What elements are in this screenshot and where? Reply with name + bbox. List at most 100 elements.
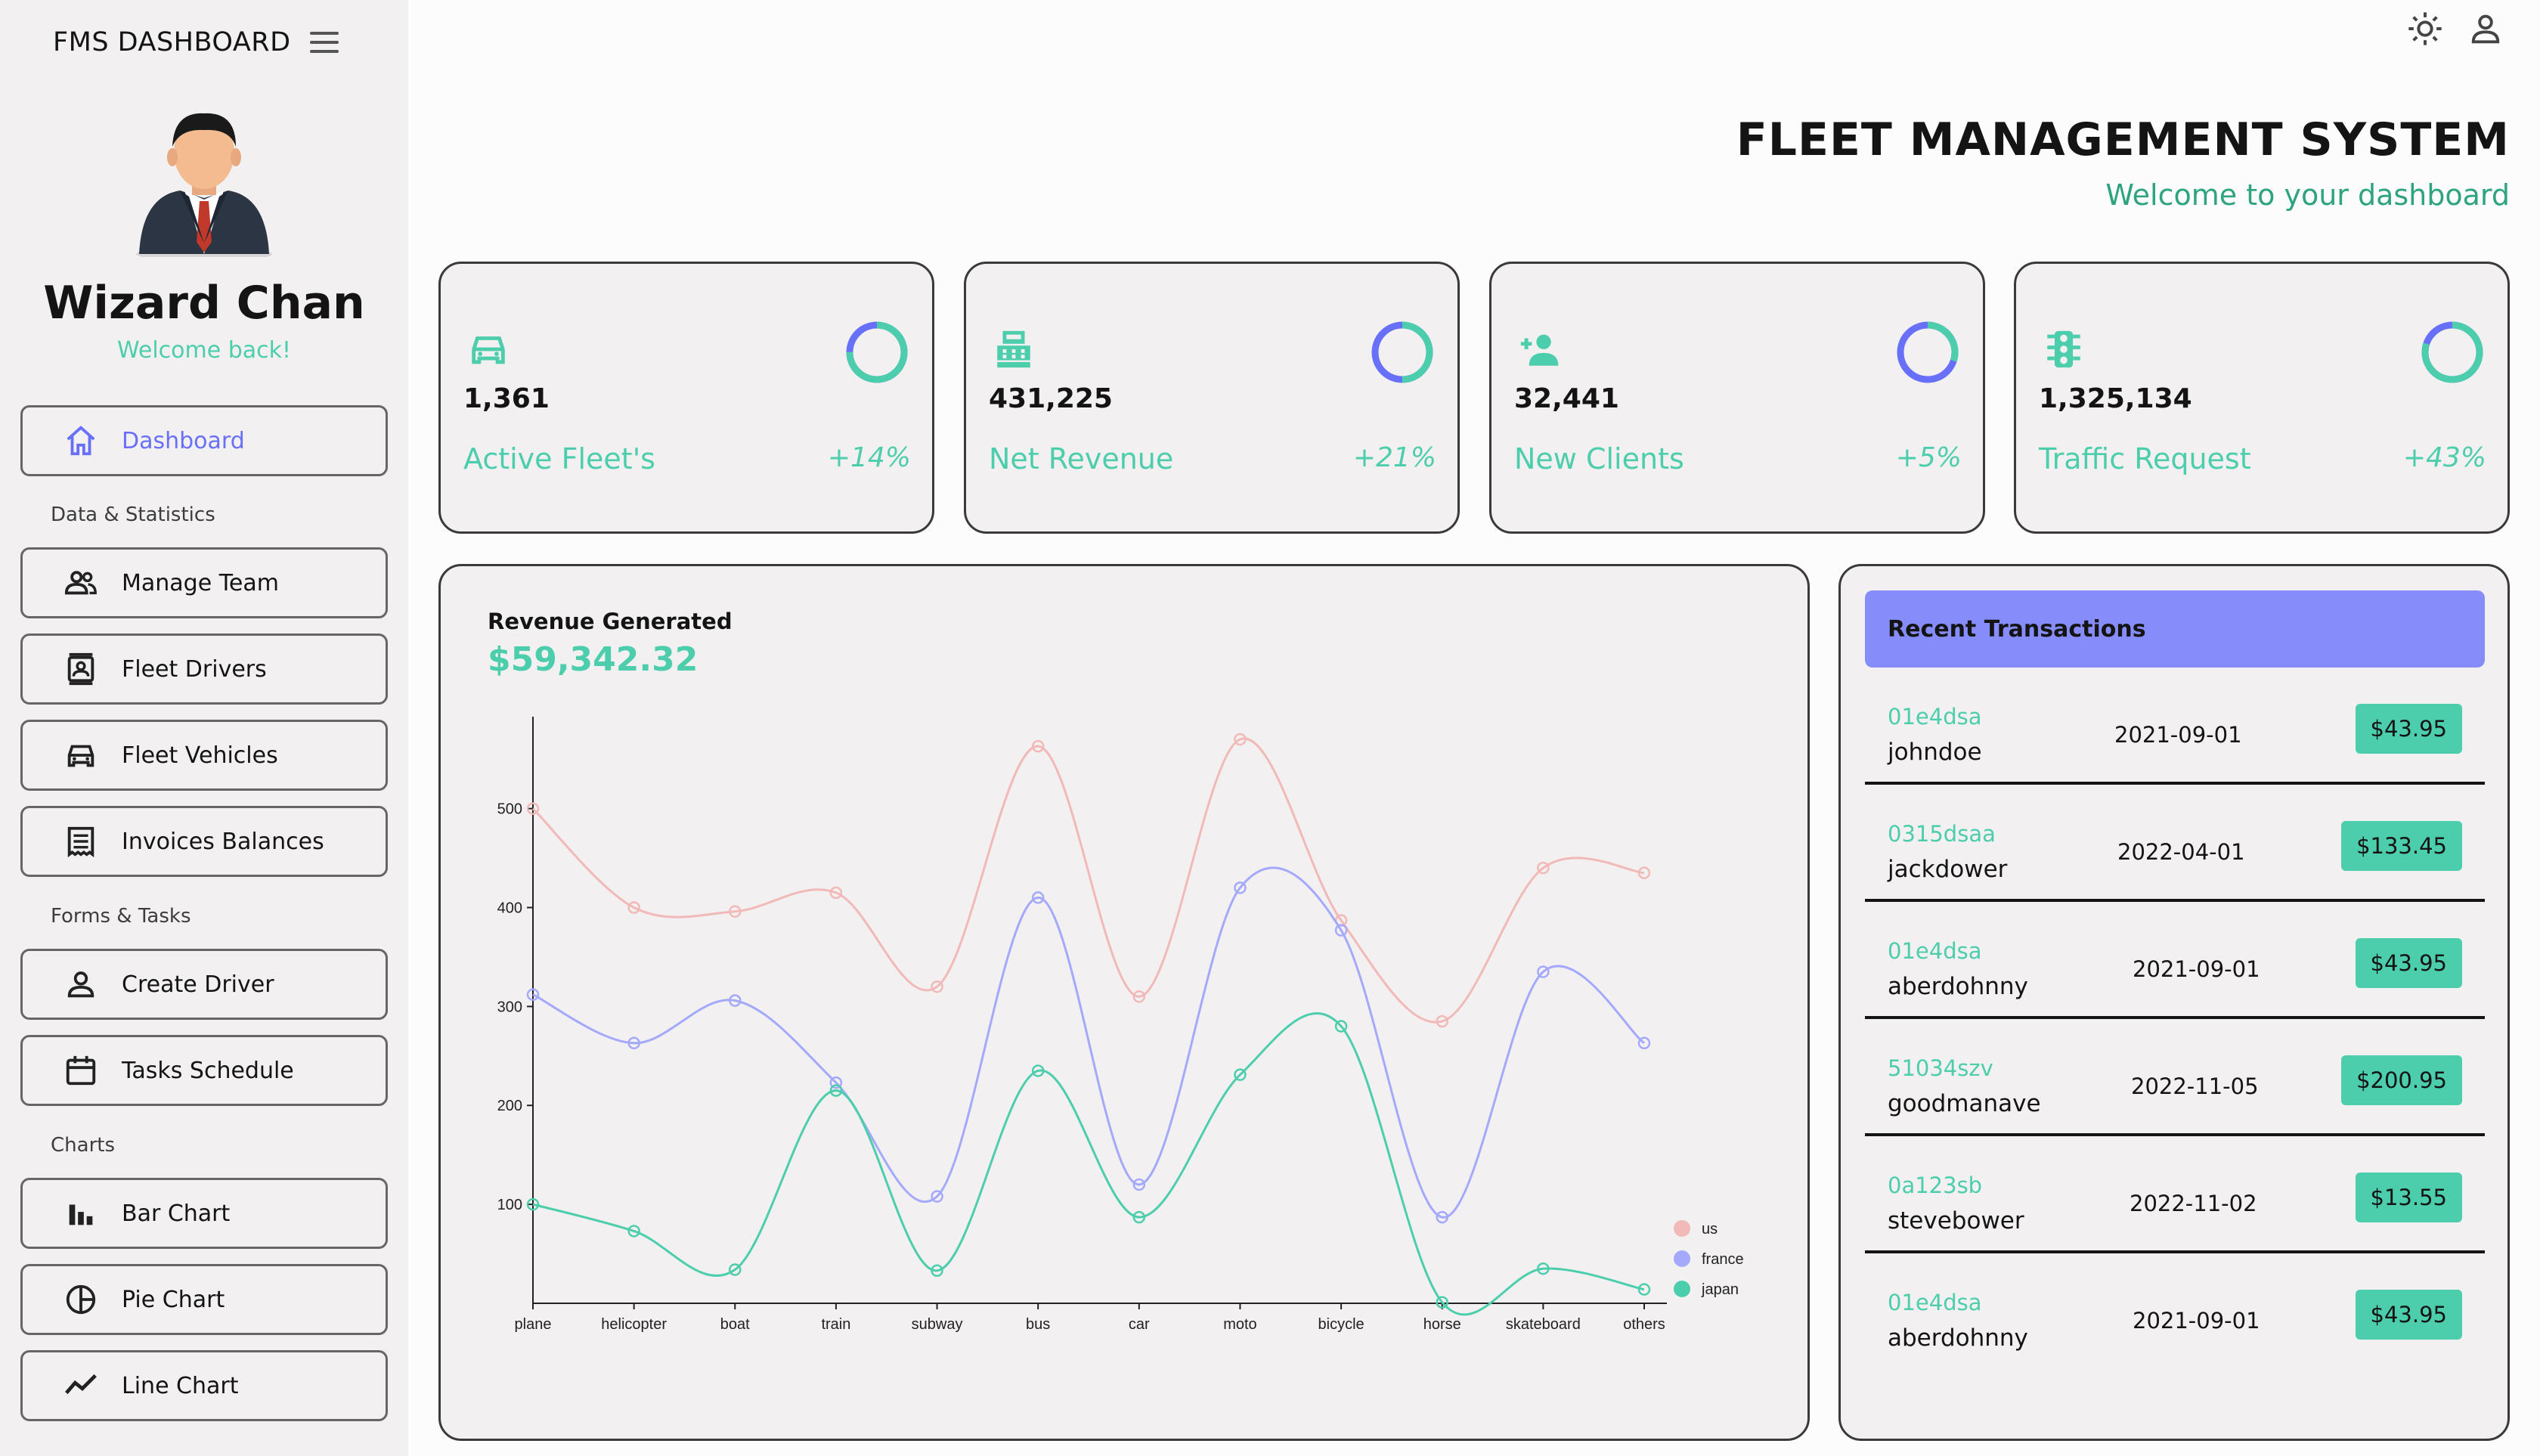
transaction-user: aberdohnny (1888, 1324, 2028, 1352)
nav-fleet-drivers[interactable]: Fleet Drivers (20, 634, 388, 705)
x-tick-label: bicycle (1318, 1316, 1364, 1333)
progress-ring (1897, 321, 1959, 383)
stat-card-active-fleet: 1,361 Active Fleet's +14% (438, 262, 934, 534)
transactions-panel: Recent Transactions 01e4dsa johndoe 2021… (1838, 564, 2510, 1441)
series-line-japan (532, 1012, 1645, 1316)
transaction-row[interactable]: 0a123sb stevebower 2022-11-02 $13.55 (1865, 1136, 2485, 1253)
nav-line-chart-label: Line Chart (122, 1372, 239, 1399)
transaction-date: 2022-04-01 (2117, 839, 2245, 865)
y-tick-label: 500 (497, 801, 522, 818)
nav-line-chart[interactable]: Line Chart (20, 1350, 388, 1421)
nav-fleet-drivers-label: Fleet Drivers (122, 655, 267, 683)
progress-ring (1371, 321, 1433, 383)
transaction-date: 2021-09-01 (2114, 722, 2242, 748)
x-tick-label: bus (1026, 1316, 1050, 1333)
y-tick-label: 300 (497, 999, 522, 1015)
nav-invoices-balances-label: Invoices Balances (122, 828, 324, 855)
home-icon (67, 426, 95, 456)
nav-manage-team[interactable]: Manage Team (20, 547, 388, 618)
stat-label: Traffic Request (2039, 442, 2251, 476)
brand-title: FMS DASHBOARD (53, 27, 291, 57)
transaction-date: 2021-09-01 (2133, 956, 2260, 982)
transaction-row[interactable]: 01e4dsa johndoe 2021-09-01 $43.95 (1865, 668, 2485, 785)
transaction-user: goodmanave (1888, 1090, 2041, 1117)
transaction-user: stevebower (1888, 1207, 2024, 1235)
transaction-row[interactable]: 51034szv goodmanave 2022-11-05 $200.95 (1865, 1019, 2485, 1136)
nav-tasks-schedule-label: Tasks Schedule (122, 1057, 294, 1084)
transaction-row[interactable]: 01e4dsa aberdohnny 2021-09-01 $43.95 (1865, 902, 2485, 1019)
line-chart-icon (65, 1374, 97, 1395)
transaction-id: 01e4dsa (1888, 938, 1982, 964)
nav-bar-chart-label: Bar Chart (122, 1200, 231, 1227)
nav-dashboard[interactable]: Dashboard (20, 405, 388, 476)
transaction-cost: $43.95 (2355, 1290, 2462, 1340)
transactions-list: 01e4dsa johndoe 2021-09-01 $43.95 0315ds… (1865, 668, 2485, 1363)
nav-fleet-vehicles[interactable]: Fleet Vehicles (20, 720, 388, 791)
transactions-title: Recent Transactions (1888, 616, 2146, 643)
x-tick-label: horse (1423, 1316, 1461, 1333)
nav-dashboard-label: Dashboard (122, 427, 245, 454)
stat-label: New Clients (1514, 442, 1684, 476)
transaction-row[interactable]: 0315dsaa jackdower 2022-04-01 $133.45 (1865, 785, 2485, 902)
legend-label-us: us (1702, 1221, 1718, 1238)
transaction-cost: $133.45 (2341, 821, 2462, 871)
y-tick-label: 100 (497, 1197, 522, 1213)
transaction-date: 2021-09-01 (2133, 1308, 2260, 1334)
transaction-date: 2022-11-02 (2130, 1191, 2257, 1216)
calendar-icon (66, 1055, 96, 1086)
nav-tasks-schedule[interactable]: Tasks Schedule (20, 1035, 388, 1106)
stat-card-traffic-request: 1,325,134 Traffic Request +43% (2014, 262, 2510, 534)
nav-fleet-vehicles-label: Fleet Vehicles (122, 742, 278, 769)
page-title: FLEET MANAGEMENT SYSTEM (1736, 113, 2510, 166)
stat-label: Net Revenue (989, 442, 1174, 476)
contacts-icon (67, 652, 94, 686)
stat-delta: +14% (827, 442, 911, 473)
legend-label-japan: japan (1701, 1281, 1739, 1298)
transaction-row[interactable]: 01e4dsa aberdohnny 2021-09-01 $43.95 (1865, 1253, 2485, 1363)
x-tick-label: moto (1223, 1316, 1256, 1333)
transaction-user: johndoe (1888, 739, 1982, 766)
nav-pie-chart[interactable]: Pie Chart (20, 1264, 388, 1335)
revenue-panel: Revenue Generated $59,342.32 100 200 300 40… (438, 564, 1810, 1441)
progress-ring (2421, 321, 2483, 383)
y-tick-label: 200 (497, 1098, 522, 1114)
series-line-us (531, 737, 1645, 1024)
x-tick-label: others (1623, 1316, 1665, 1333)
sun-icon[interactable] (2405, 9, 2445, 48)
transaction-cost: $43.95 (2355, 704, 2462, 754)
section-data-statistics: Data & Statistics (51, 503, 215, 526)
transaction-id: 0315dsaa (1888, 821, 1996, 847)
transaction-id: 01e4dsa (1888, 704, 1982, 730)
stat-delta: +21% (1352, 442, 1436, 473)
nav-invoices-balances[interactable]: Invoices Balances (20, 806, 388, 877)
progress-ring (846, 321, 908, 383)
car-icon (472, 336, 505, 364)
nav-create-driver[interactable]: Create Driver (20, 949, 388, 1020)
avatar (136, 113, 272, 257)
user-icon[interactable] (2466, 9, 2505, 48)
page-subtitle: Welcome to your dashboard (2105, 178, 2510, 212)
section-charts: Charts (51, 1134, 115, 1157)
person-icon (67, 971, 94, 998)
transaction-id: 51034szv (1888, 1055, 1993, 1081)
stat-card-new-clients: 32,441 New Clients +5% (1489, 262, 1985, 534)
stat-card-net-revenue: 431,225 Net Revenue +21% (964, 262, 1460, 534)
transaction-id: 0a123sb (1888, 1173, 1983, 1198)
cash-register-icon (997, 330, 1030, 368)
transaction-cost: $200.95 (2341, 1055, 2462, 1105)
x-tick-label: boat (720, 1316, 750, 1333)
person-add-icon (1520, 334, 1559, 366)
transaction-user: aberdohnny (1888, 973, 2028, 1000)
legend-swatch-japan (1674, 1281, 1690, 1297)
menu-icon[interactable] (307, 29, 342, 56)
stat-label: Active Fleet's (463, 442, 655, 476)
nav-manage-team-label: Manage Team (122, 569, 279, 596)
x-tick-label: car (1129, 1316, 1150, 1333)
car-icon (67, 745, 94, 767)
x-tick-label: plane (515, 1316, 552, 1333)
nav-bar-chart[interactable]: Bar Chart (20, 1178, 388, 1249)
pie-chart-icon (66, 1284, 96, 1315)
x-tick-label: subway (912, 1316, 963, 1333)
user-name: Wizard Chan (43, 277, 365, 330)
bar-chart-icon (69, 1204, 93, 1225)
